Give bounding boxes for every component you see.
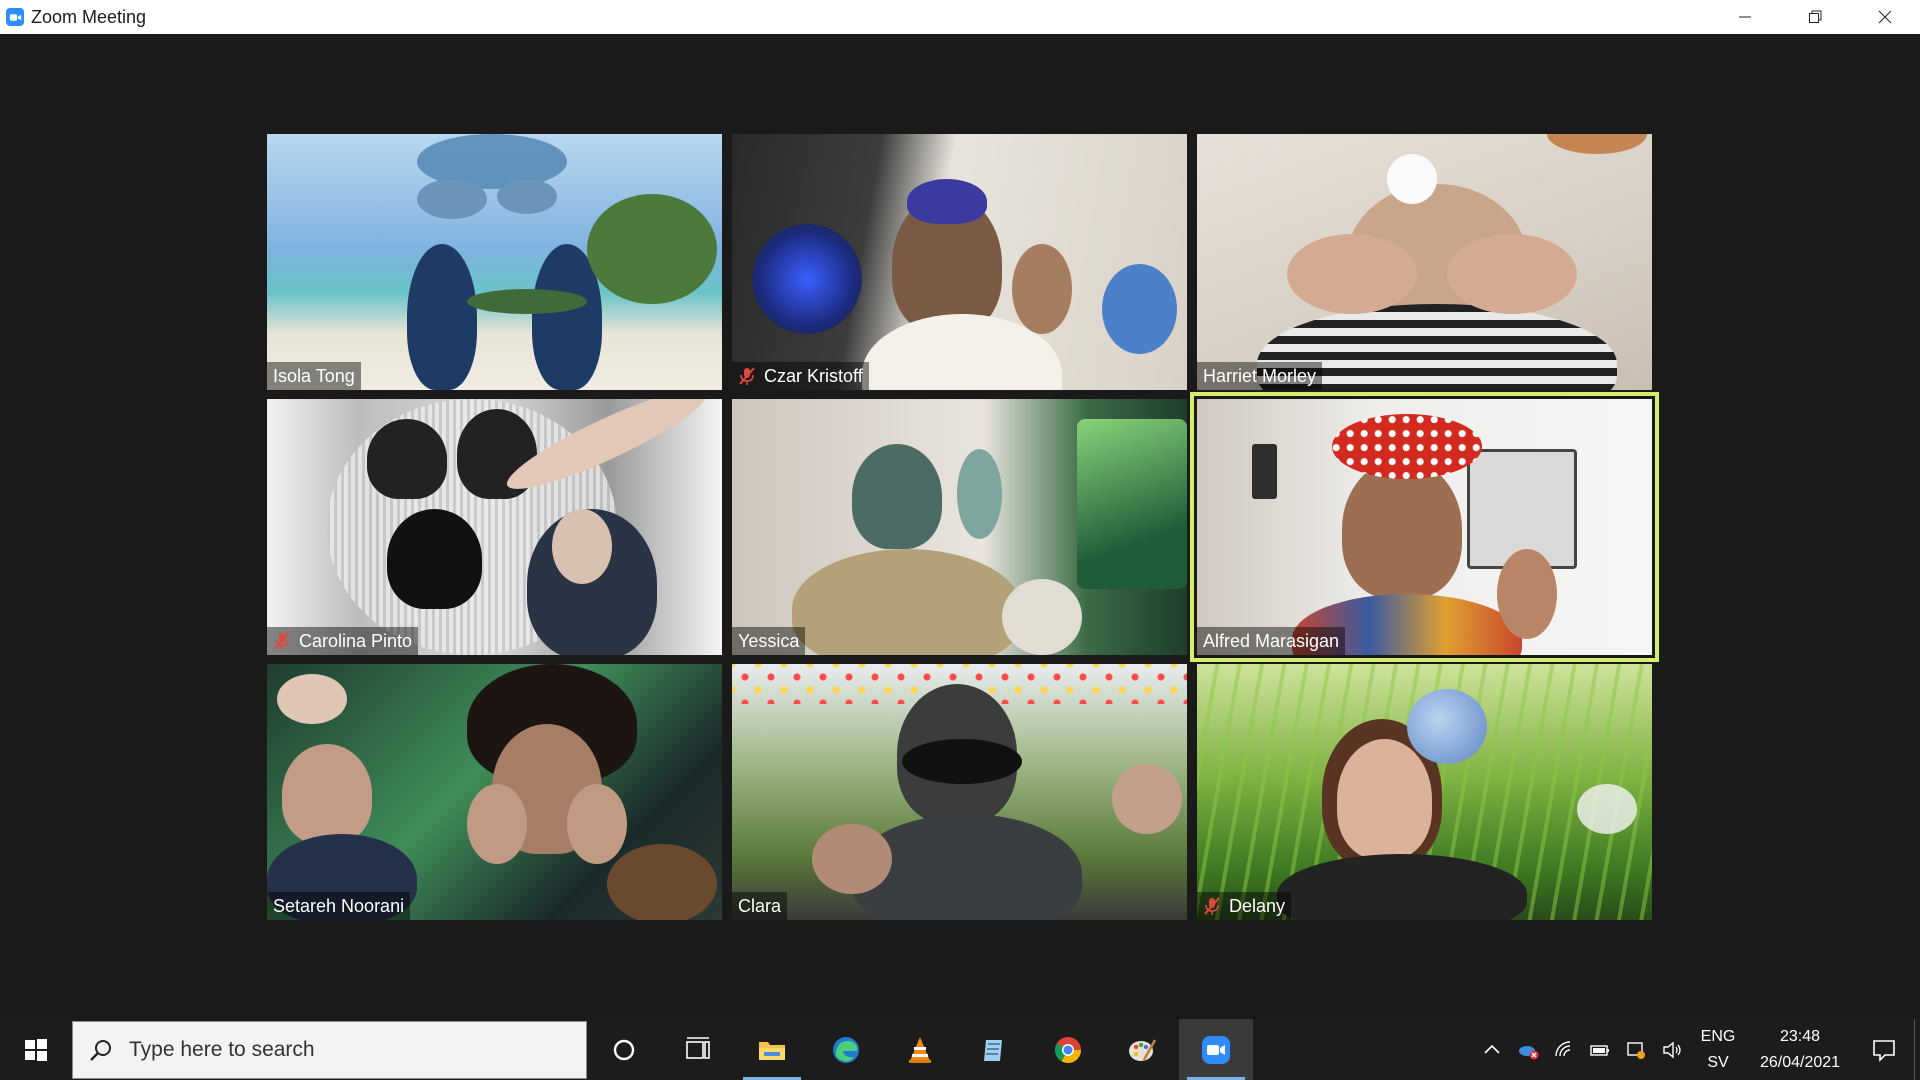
video-tile[interactable]: Harriet Morley xyxy=(1197,134,1652,390)
zoom-logo-icon xyxy=(6,8,24,26)
participant-nameplate: Clara xyxy=(732,892,788,920)
vlc-icon xyxy=(909,1036,931,1063)
participant-video xyxy=(1197,134,1652,390)
onedrive-error-icon xyxy=(1519,1045,1539,1059)
video-tile[interactable]: Czar Kristoff xyxy=(732,134,1187,390)
chrome-icon xyxy=(1054,1036,1082,1063)
clock[interactable]: 23:48 26/04/2021 xyxy=(1746,1024,1854,1076)
file-explorer-icon xyxy=(759,1041,785,1060)
language-indicator[interactable]: ENG SV xyxy=(1690,1024,1746,1076)
windows-taskbar: Type here to search ENG SV 23:48 26/04/2… xyxy=(0,1019,1920,1080)
video-tile[interactable]: Carolina Pinto xyxy=(267,399,722,655)
keyboard-layout: SV xyxy=(1707,1053,1729,1071)
participant-nameplate: Alfred Marasigan xyxy=(1197,627,1346,655)
participant-video xyxy=(732,399,1187,655)
participant-video xyxy=(1197,664,1652,920)
video-tile[interactable]: Yessica xyxy=(732,399,1187,655)
muted-microphone-icon xyxy=(1203,896,1221,916)
participant-name: Alfred Marasigan xyxy=(1203,630,1340,651)
participant-nameplate: Czar Kristoff xyxy=(732,362,869,390)
paint-icon xyxy=(1129,1038,1157,1061)
notepad-icon xyxy=(984,1039,1002,1061)
vlc-button[interactable] xyxy=(883,1019,957,1080)
minimize-icon xyxy=(1739,16,1751,18)
chrome-button[interactable] xyxy=(1031,1019,1105,1080)
action-center-button[interactable] xyxy=(1854,1019,1914,1080)
notifications-icon xyxy=(1873,1039,1895,1062)
taskbar-search-box[interactable]: Type here to search xyxy=(72,1020,587,1079)
participant-name: Harriet Morley xyxy=(1203,365,1317,386)
language-code: ENG xyxy=(1700,1027,1736,1045)
clock-time: 23:48 xyxy=(1779,1027,1821,1045)
muted-microphone-icon xyxy=(738,366,756,386)
participant-nameplate: Carolina Pinto xyxy=(267,627,419,655)
close-button[interactable] xyxy=(1850,0,1920,34)
notepad-button[interactable] xyxy=(957,1019,1031,1080)
start-button[interactable] xyxy=(0,1019,72,1080)
participant-name: Carolina Pinto xyxy=(299,630,413,651)
participant-name: Czar Kristoff xyxy=(764,365,863,386)
system-tray: ENG SV 23:48 26/04/2021 xyxy=(1474,1019,1920,1080)
participant-video xyxy=(732,134,1187,390)
participant-video xyxy=(1197,399,1652,655)
video-tile-active-speaker[interactable]: Alfred Marasigan xyxy=(1190,392,1659,662)
participant-nameplate: Isola Tong xyxy=(267,362,361,390)
zoom-taskbar-button[interactable] xyxy=(1179,1019,1253,1080)
participant-nameplate: Harriet Morley xyxy=(1197,362,1323,390)
volume-button[interactable] xyxy=(1654,1019,1690,1080)
close-icon xyxy=(1878,10,1892,24)
sync-warning-icon xyxy=(1627,1041,1645,1059)
participant-name: Setareh Noorani xyxy=(273,895,405,916)
file-explorer-button[interactable] xyxy=(735,1019,809,1080)
show-hidden-icons-button[interactable] xyxy=(1474,1019,1510,1080)
window-title: Zoom Meeting xyxy=(31,6,147,27)
speaker-icon xyxy=(1663,1041,1681,1058)
video-tile[interactable]: Delany xyxy=(1197,664,1652,920)
participant-nameplate: Yessica xyxy=(732,627,806,655)
cortana-icon xyxy=(613,1039,635,1060)
chevron-up-icon xyxy=(1484,1044,1500,1054)
video-tile[interactable]: Setareh Noorani xyxy=(267,664,722,920)
muted-microphone-icon xyxy=(273,631,291,651)
video-tile[interactable]: Isola Tong xyxy=(267,134,722,390)
window-controls xyxy=(1710,0,1920,34)
participant-video xyxy=(267,399,722,655)
participant-name: Clara xyxy=(738,895,782,916)
paint-button[interactable] xyxy=(1105,1019,1179,1080)
participant-nameplate: Delany xyxy=(1197,892,1292,920)
participant-name: Isola Tong xyxy=(273,365,355,386)
wifi-icon xyxy=(1555,1040,1571,1056)
update-status-button[interactable] xyxy=(1618,1019,1654,1080)
clock-date: 26/04/2021 xyxy=(1759,1053,1841,1071)
participant-nameplate: Setareh Noorani xyxy=(267,892,411,920)
battery-button[interactable] xyxy=(1582,1019,1618,1080)
task-view-button[interactable] xyxy=(661,1019,735,1080)
edge-button[interactable] xyxy=(809,1019,883,1080)
minimize-button[interactable] xyxy=(1710,0,1780,34)
network-button[interactable] xyxy=(1546,1019,1582,1080)
participant-name: Delany xyxy=(1229,895,1286,916)
restore-icon xyxy=(1809,10,1822,23)
search-placeholder: Type here to search xyxy=(129,1037,315,1061)
video-tile[interactable]: Clara xyxy=(732,664,1187,920)
windows-logo-icon xyxy=(25,1038,47,1061)
participant-video xyxy=(267,134,722,390)
participant-video xyxy=(267,664,722,920)
participant-video xyxy=(732,664,1187,920)
meeting-canvas: Isola Tong Czar Kristoff Harriet Morley … xyxy=(0,34,1920,1019)
gallery-view: Isola Tong Czar Kristoff Harriet Morley … xyxy=(267,134,1659,920)
task-view-icon xyxy=(686,1036,710,1059)
battery-icon xyxy=(1590,1044,1609,1056)
zoom-icon xyxy=(1202,1035,1230,1064)
show-desktop-button[interactable] xyxy=(1914,1019,1920,1080)
title-bar: Zoom Meeting xyxy=(0,0,1920,34)
cortana-button[interactable] xyxy=(587,1019,661,1080)
search-icon xyxy=(90,1039,111,1061)
participant-name: Yessica xyxy=(738,630,800,651)
restore-button[interactable] xyxy=(1780,0,1850,34)
onedrive-button[interactable] xyxy=(1510,1019,1546,1080)
edge-icon xyxy=(833,1036,859,1063)
